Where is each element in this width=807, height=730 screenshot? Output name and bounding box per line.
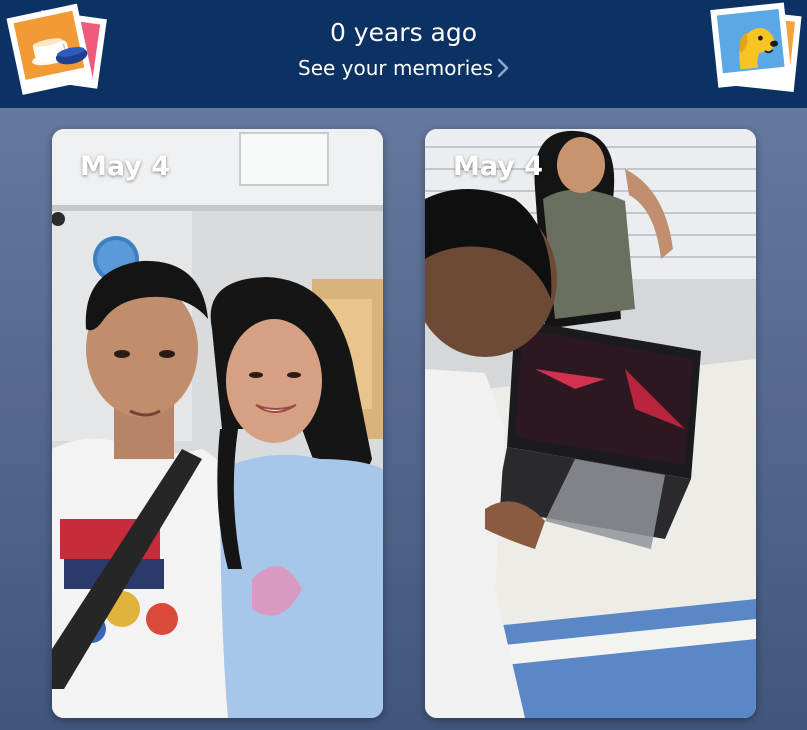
dog-photo-icon [710,2,802,92]
memory-photo [52,129,383,718]
chevron-right-icon [497,58,509,83]
see-your-memories-link[interactable]: See your memories [0,56,807,83]
memory-card[interactable]: May 4 [425,129,756,718]
memory-date: May 4 [453,151,544,182]
header-title: 0 years ago [329,18,478,47]
see-your-memories-label: See your memories [298,56,493,80]
memory-photo [425,129,756,718]
coffee-cup-photo-icon [6,3,107,95]
memory-card[interactable]: May 4 [52,129,383,718]
memories-header: 0 years ago See your memories [0,0,807,108]
memory-date: May 4 [80,151,171,182]
